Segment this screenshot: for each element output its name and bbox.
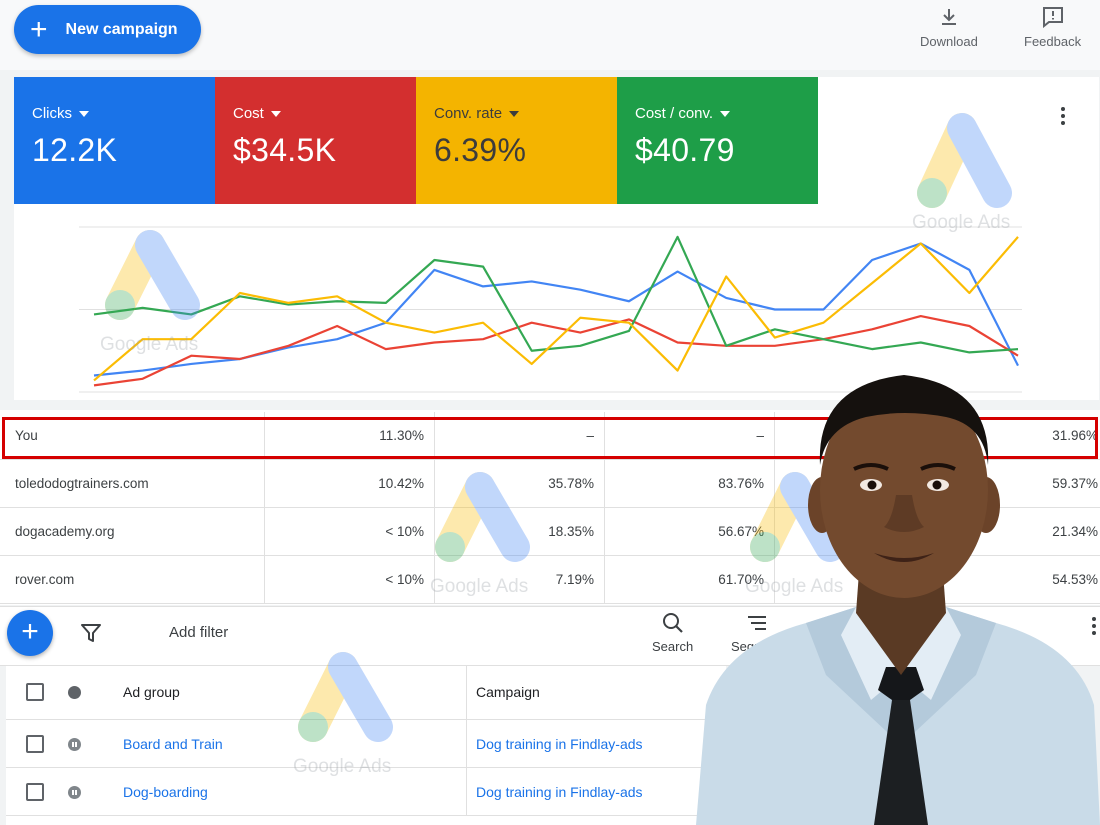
column-divider bbox=[466, 666, 467, 719]
competitor-domain: You bbox=[0, 412, 265, 460]
google-ads-dashboard: + New campaign Download Feedback Clicks … bbox=[0, 0, 1100, 825]
add-button[interactable]: + bbox=[7, 610, 53, 656]
feedback-icon bbox=[1042, 7, 1063, 28]
chart-series-line-2 bbox=[93, 235, 1019, 354]
competitor-metric-cell: < 10% bbox=[265, 556, 435, 604]
table-row: Dog-boarding Dog training in Findlay-ads bbox=[6, 768, 726, 816]
download-label: Download bbox=[920, 34, 978, 49]
search-icon bbox=[662, 613, 683, 633]
competitor-metric-cell: 7.19% bbox=[435, 556, 605, 604]
add-filter-label[interactable]: Add filter bbox=[169, 624, 228, 641]
plus-icon: + bbox=[30, 12, 48, 46]
new-campaign-label: New campaign bbox=[65, 20, 178, 38]
person-photo bbox=[696, 375, 1100, 825]
campaign-link[interactable]: Dog training in Findlay-ads bbox=[476, 736, 643, 752]
top-bar: + New campaign Download Feedback bbox=[0, 0, 1100, 70]
competitor-domain: toledodogtrainers.com bbox=[0, 460, 265, 508]
column-header-ad-group[interactable]: Ad group bbox=[123, 684, 180, 700]
ad-group-link[interactable]: Board and Train bbox=[123, 736, 223, 752]
paused-status-icon bbox=[68, 738, 81, 751]
competitor-metric-cell: 35.78% bbox=[435, 460, 605, 508]
feedback-label: Feedback bbox=[1024, 34, 1082, 49]
ad-group-link[interactable]: Dog-boarding bbox=[123, 784, 208, 800]
feedback-button[interactable]: Feedback bbox=[1024, 6, 1081, 49]
column-header-campaign[interactable]: Campaign bbox=[476, 684, 540, 700]
table-header-row: Ad group Campaign bbox=[6, 666, 726, 720]
paused-status-icon bbox=[68, 786, 81, 799]
competitor-metric-cell: < 10% bbox=[265, 508, 435, 556]
competitor-domain: rover.com bbox=[0, 556, 265, 604]
competitor-metric-cell: – bbox=[435, 412, 605, 460]
competitor-domain: dogacademy.org bbox=[0, 508, 265, 556]
table-row: Board and Train Dog training in Findlay-… bbox=[6, 720, 726, 768]
select-all-checkbox[interactable] bbox=[26, 683, 44, 701]
ad-group-table: Ad group Campaign Board and Train Dog tr… bbox=[6, 666, 726, 825]
status-dot-icon bbox=[68, 686, 81, 699]
column-divider bbox=[466, 720, 467, 767]
campaign-link[interactable]: Dog training in Findlay-ads bbox=[476, 784, 643, 800]
competitor-metric-cell: 10.42% bbox=[265, 460, 435, 508]
row-checkbox[interactable] bbox=[26, 735, 44, 753]
search-button[interactable]: Search bbox=[652, 611, 693, 654]
row-checkbox[interactable] bbox=[26, 783, 44, 801]
filter-icon[interactable] bbox=[80, 622, 102, 644]
new-campaign-button[interactable]: + New campaign bbox=[14, 5, 201, 54]
competitor-metric-cell: 18.35% bbox=[435, 508, 605, 556]
download-button[interactable]: Download bbox=[920, 6, 978, 49]
competitor-metric-cell: 11.30% bbox=[265, 412, 435, 460]
column-divider bbox=[466, 768, 467, 815]
download-icon bbox=[941, 9, 956, 25]
search-label: Search bbox=[652, 639, 694, 654]
